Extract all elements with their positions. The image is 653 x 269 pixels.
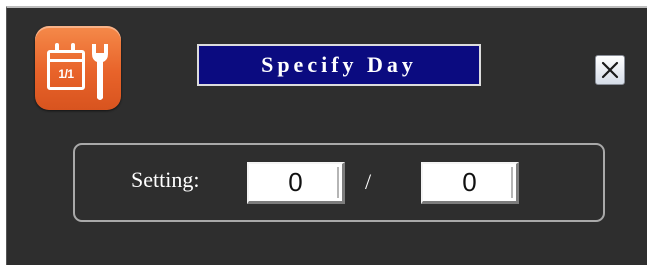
setting-label: Setting:	[131, 167, 200, 192]
close-button[interactable]	[595, 55, 625, 85]
setting-group: Setting: 0 / 0	[73, 143, 605, 222]
second-value-field[interactable]: 0	[421, 162, 519, 204]
close-icon	[601, 61, 619, 79]
dialog-title: Specify Day	[197, 44, 481, 86]
calendar-date-text: 1/1	[58, 67, 74, 81]
wrench-icon	[92, 44, 108, 100]
calendar-ring-right	[71, 43, 75, 53]
specify-day-dialog: 1/1 Specify Day Setting: 0 / 0	[6, 6, 647, 265]
separator-slash: /	[365, 169, 372, 194]
calendar-wrench-icon: 1/1	[35, 26, 121, 110]
calendar-ring-left	[55, 43, 59, 53]
calendar-icon: 1/1	[47, 50, 85, 90]
first-value-field[interactable]: 0	[247, 162, 345, 204]
